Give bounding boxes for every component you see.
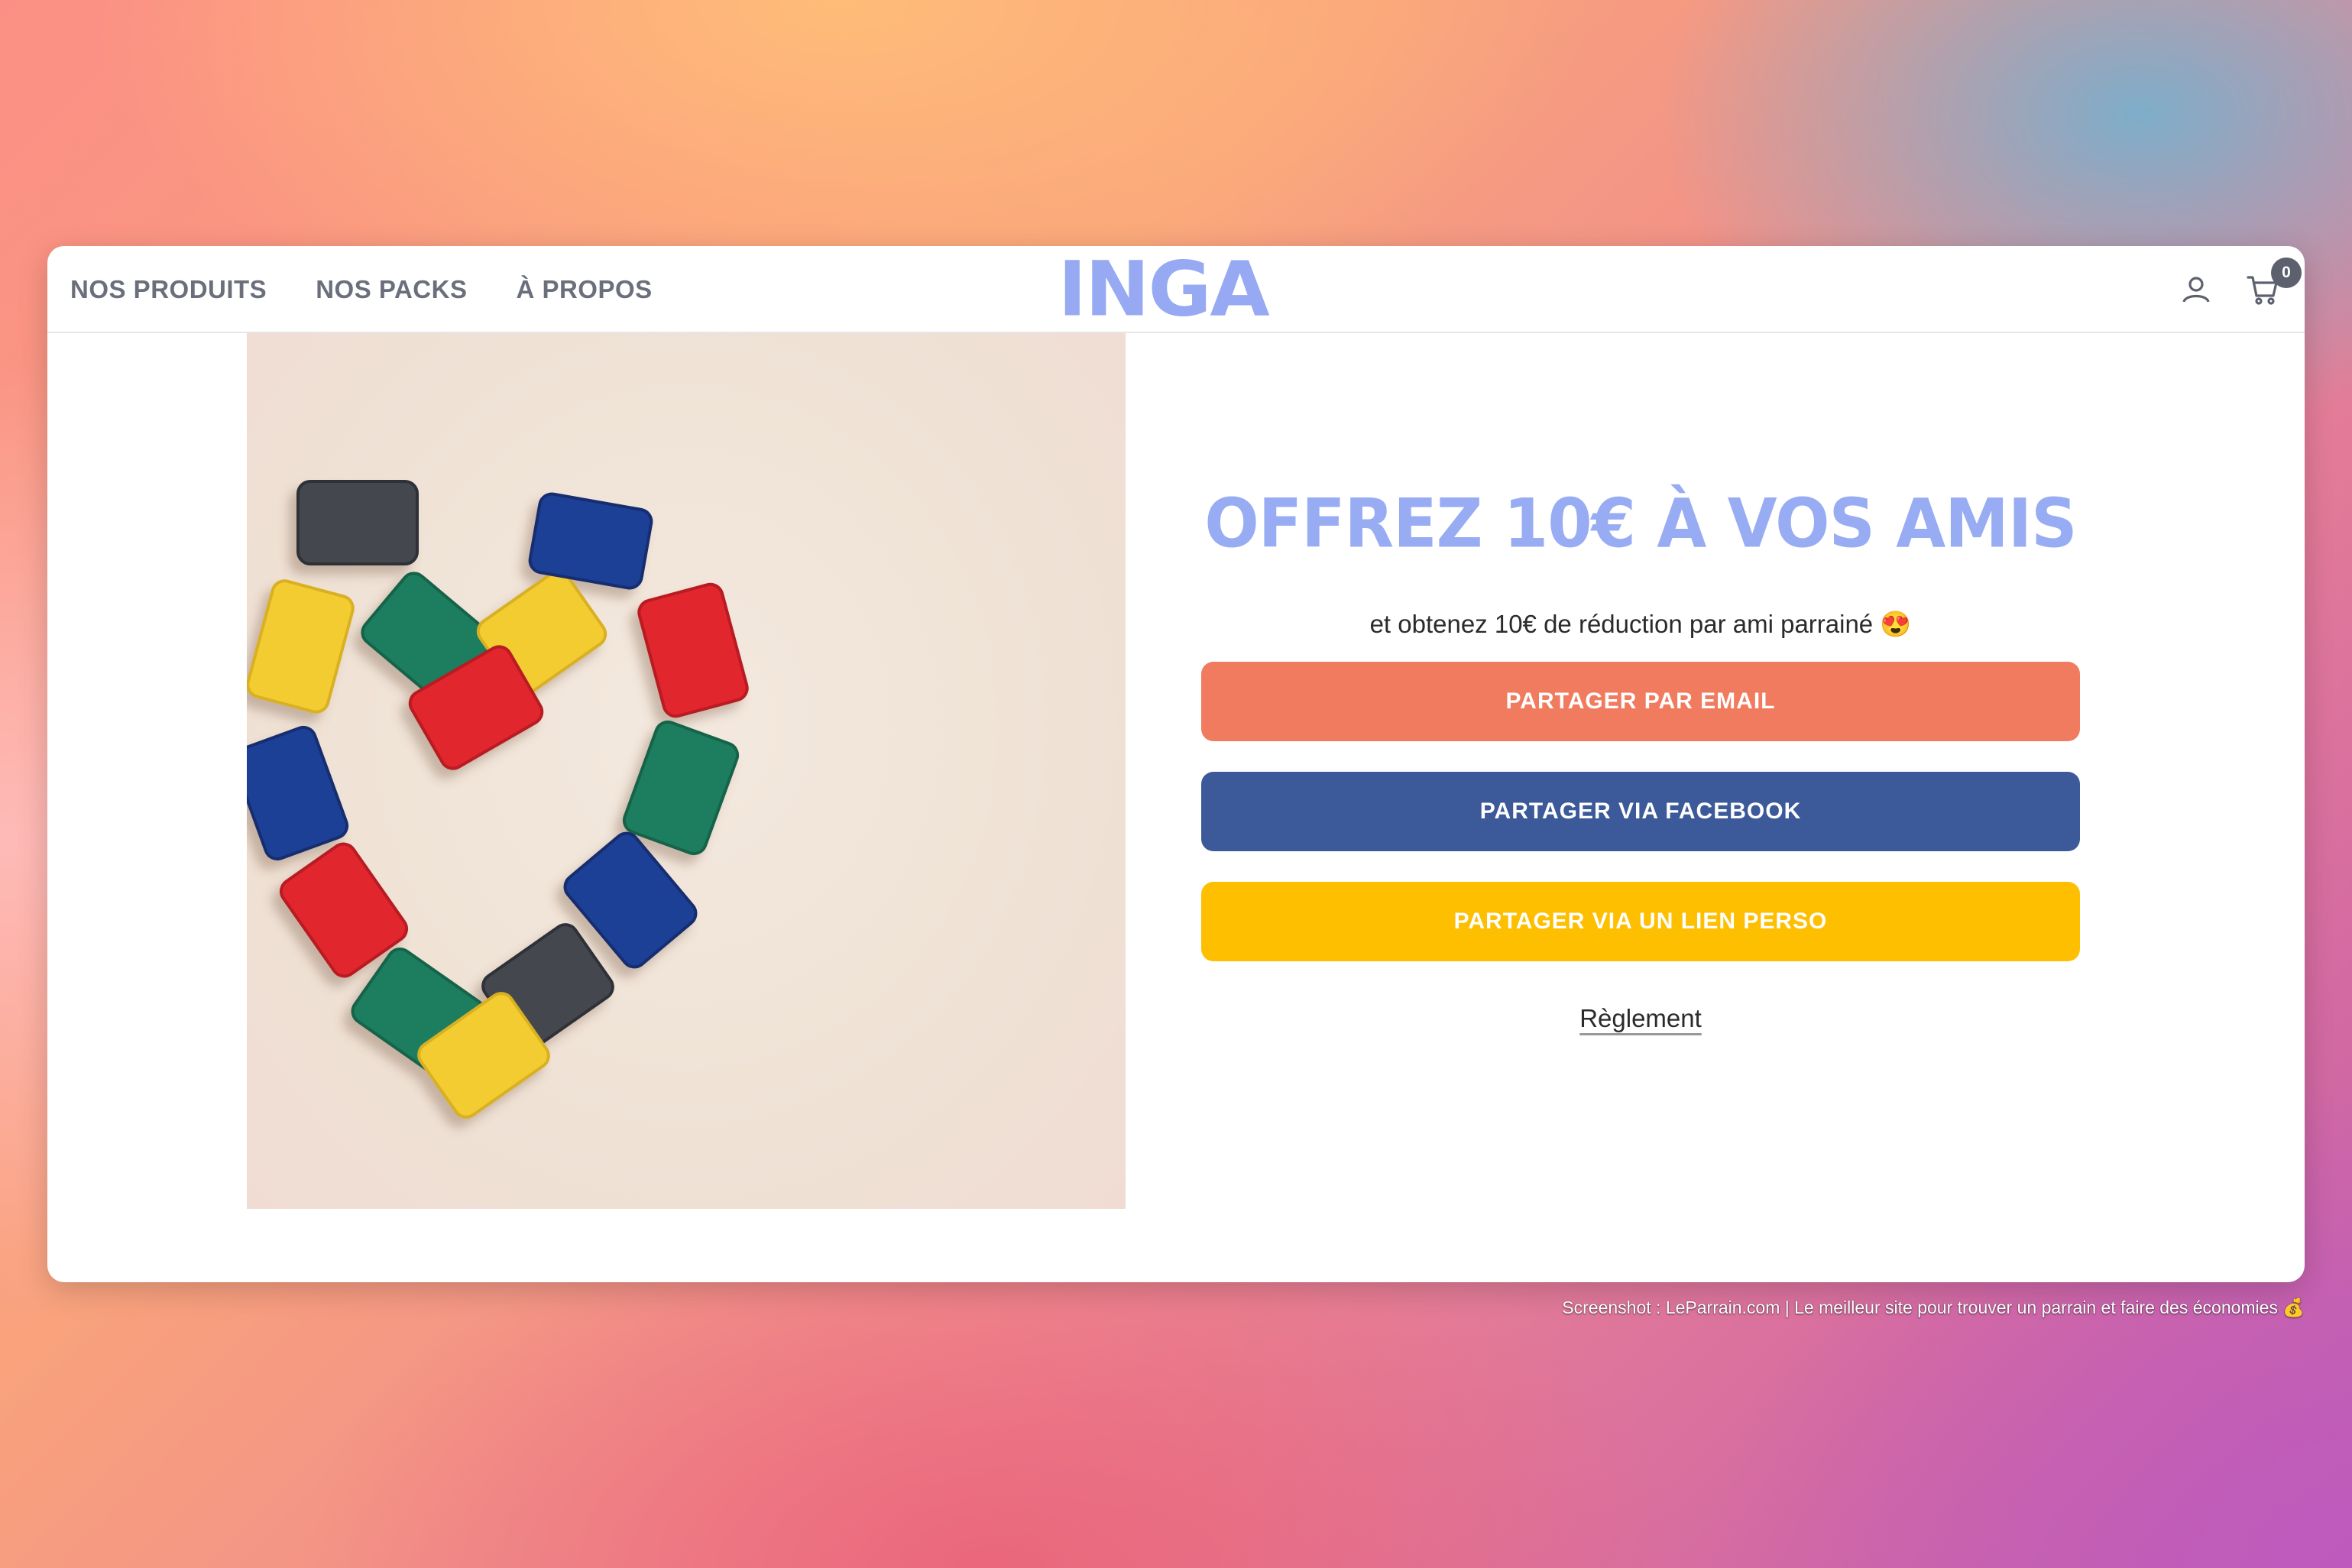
site-header: NOS PRODUITS NOS PACKS À PROPOS INGA 0 — [47, 246, 2305, 333]
bean-bag-heart-illustration — [247, 480, 749, 1119]
page-title: OFFREZ 10€ À VOS AMIS — [1204, 484, 2077, 563]
share-facebook-button[interactable]: PARTAGER VIA FACEBOOK — [1201, 772, 2080, 851]
header-icons: 0 — [2178, 246, 2302, 333]
share-link-button[interactable]: PARTAGER VIA UN LIEN PERSO — [1201, 882, 2080, 961]
cart-icon[interactable]: 0 — [2245, 258, 2302, 308]
heart-bean-bags-image — [247, 333, 1126, 1209]
screenshot-caption: Screenshot : LeParrain.com | Le meilleur… — [1562, 1297, 2305, 1317]
referral-panel: OFFREZ 10€ À VOS AMIS et obtenez 10€ de … — [1201, 333, 2080, 1209]
rules-link[interactable]: Règlement — [1201, 1004, 2080, 1033]
logo[interactable]: INGA — [1058, 246, 1270, 333]
nav-link-products[interactable]: NOS PRODUITS — [70, 275, 267, 304]
rules-link-label[interactable]: Règlement — [1579, 1004, 1702, 1032]
main-nav: NOS PRODUITS NOS PACKS À PROPOS — [70, 246, 653, 333]
subtitle: et obtenez 10€ de réduction par ami parr… — [1369, 610, 1912, 638]
nav-link-packs[interactable]: NOS PACKS — [316, 275, 467, 304]
user-icon[interactable] — [2178, 271, 2214, 308]
browser-window: NOS PRODUITS NOS PACKS À PROPOS INGA 0 O… — [47, 246, 2305, 1282]
logo-text: INGA — [1058, 246, 1270, 333]
nav-link-about[interactable]: À PROPOS — [516, 275, 652, 304]
share-email-button[interactable]: PARTAGER PAR EMAIL — [1201, 662, 2080, 741]
cart-count-badge: 0 — [2271, 258, 2302, 288]
